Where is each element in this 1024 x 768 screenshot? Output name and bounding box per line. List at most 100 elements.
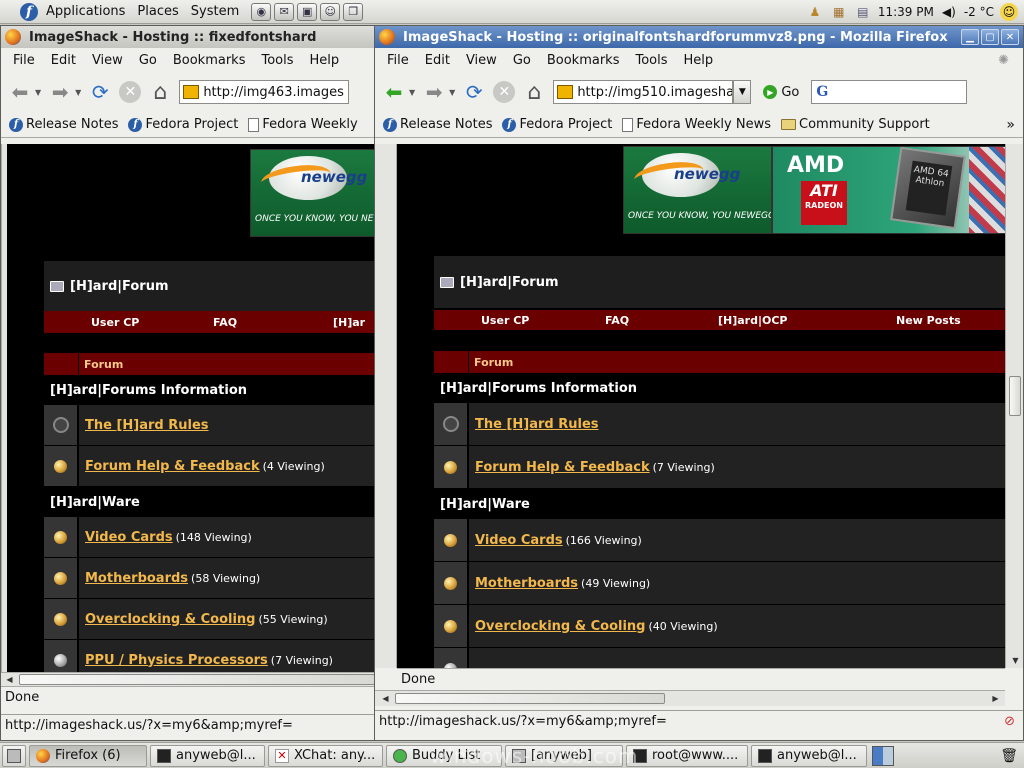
go-button[interactable]: ▶ Go [757, 85, 805, 100]
menu-view[interactable]: View [458, 53, 505, 68]
nav-hardocp[interactable]: [H]ar [333, 316, 365, 329]
update-notifier-icon[interactable]: ♟ [806, 3, 824, 21]
bookmark-release-notes[interactable]: f Release Notes [9, 117, 118, 132]
window-list-launcher-icon[interactable]: ❐ [343, 2, 364, 21]
forum-row[interactable]: Overclocking & Cooling (40 Viewing) [434, 605, 1005, 648]
package-icon[interactable]: ▦ [830, 3, 848, 21]
more-bookmarks-chevron-icon[interactable]: » [1006, 117, 1023, 133]
home-icon[interactable]: ⌂ [147, 79, 173, 105]
forum-link[interactable]: PPU / Physics Processors [85, 653, 268, 668]
search-input[interactable]: G [811, 80, 968, 104]
task-buddy-list[interactable]: Buddy List [386, 744, 502, 767]
forum-link[interactable]: Video Cards [475, 533, 563, 548]
forum-row[interactable]: Forum Help & Feedback (7 Viewing) [434, 446, 1005, 489]
newegg-banner[interactable]: newegg ONCE YOU KNOW, YOU NEWEGG. [623, 146, 772, 234]
window-titlebar-left[interactable]: ImageShack - Hosting :: fixedfontshard [1, 26, 375, 48]
menu-file[interactable]: File [379, 53, 417, 68]
weather-temperature[interactable]: -2 °C [964, 3, 994, 21]
stop-icon[interactable]: ✕ [493, 81, 516, 103]
forward-icon[interactable]: ➡ [421, 79, 447, 105]
vertical-scroll-thumb[interactable] [1009, 376, 1021, 416]
volume-icon[interactable]: ◀) [940, 3, 958, 21]
newegg-banner[interactable]: newegg ONCE YOU KNOW, YOU NEWEG [250, 149, 375, 237]
fedora-logo-icon[interactable]: f [20, 2, 38, 21]
close-button[interactable]: ✕ [1001, 29, 1019, 45]
forum-link[interactable]: Motherboards [85, 571, 188, 586]
nav-faq[interactable]: FAQ [605, 314, 629, 327]
forum-link[interactable]: Forum Help & Feedback [475, 460, 650, 475]
forward-icon[interactable]: ➡ [47, 79, 73, 105]
reload-icon[interactable]: ⟳ [461, 79, 487, 105]
menu-tools[interactable]: Tools [627, 53, 675, 68]
network-icon[interactable]: ▤ [854, 3, 872, 21]
minimize-button[interactable]: ▁ [961, 29, 979, 45]
nav-new-posts[interactable]: New Posts [896, 314, 961, 327]
task-terminal-2[interactable]: anyweb@l... [751, 744, 867, 767]
horizontal-scroll-thumb[interactable] [395, 693, 665, 704]
bookmark-community-support[interactable]: Community Support [781, 117, 930, 132]
terminal-launcher-icon[interactable]: ▣ [297, 2, 318, 21]
horizontal-scrollbar-right[interactable]: ◀ ▶ [375, 690, 1005, 706]
places-menu[interactable]: Places [133, 4, 186, 19]
nav-user-cp[interactable]: User CP [481, 314, 529, 327]
nav-faq[interactable]: FAQ [213, 316, 237, 329]
forum-row[interactable]: PPU / Physics Processors (7 Viewing) [44, 640, 375, 672]
bookmark-release-notes[interactable]: f Release Notes [383, 117, 492, 132]
vertical-scrollbar-right[interactable]: ▼ [1005, 144, 1023, 668]
smiley-icon[interactable]: ☺ [1000, 3, 1018, 21]
task-firefox[interactable]: Firefox (6) [29, 744, 147, 767]
menu-edit[interactable]: Edit [43, 53, 84, 68]
scroll-left-arrow-icon[interactable]: ◀ [3, 673, 16, 686]
google-search-icon[interactable]: G [816, 84, 828, 100]
workspace-switcher[interactable] [872, 745, 894, 766]
back-icon[interactable]: ⬅ [381, 79, 407, 105]
scroll-down-arrow-icon[interactable]: ▼ [1009, 654, 1022, 667]
firefox-window-right[interactable]: ImageShack - Hosting :: originalfontshar… [374, 25, 1024, 741]
url-input-right[interactable]: http://img510.imageshac [553, 80, 734, 104]
menu-edit[interactable]: Edit [417, 53, 458, 68]
menu-help[interactable]: Help [302, 53, 348, 68]
nav-hardocp[interactable]: [H]ard|OCP [718, 314, 788, 327]
forum-link[interactable]: Motherboards [475, 576, 578, 591]
trash-icon[interactable]: 🗑 [1000, 748, 1018, 764]
back-icon[interactable]: ⬅ [7, 79, 33, 105]
url-input-left[interactable]: http://img463.images [179, 80, 350, 104]
horizontal-scrollbar-left[interactable]: ◀ [1, 672, 375, 686]
firefox-window-left[interactable]: ImageShack - Hosting :: fixedfontshard F… [0, 25, 376, 741]
security-status-icon[interactable]: ⊘ [1004, 714, 1015, 729]
web-browser-launcher-icon[interactable]: ◉ [251, 2, 272, 21]
scroll-left-arrow-icon[interactable]: ◀ [379, 692, 392, 705]
url-history-dropdown-icon[interactable]: ▼ [733, 80, 752, 104]
forum-row[interactable]: Video Cards (166 Viewing) [434, 519, 1005, 562]
menu-bookmarks[interactable]: Bookmarks [539, 53, 628, 68]
bookmark-fedora-weekly-news[interactable]: Fedora Weekly News [622, 117, 771, 132]
menu-file[interactable]: File [5, 53, 43, 68]
task-terminal-1[interactable]: anyweb@l... [150, 744, 265, 767]
bookmark-fedora-weekly-news[interactable]: Fedora Weekly [248, 117, 358, 132]
forum-link[interactable]: Overclocking & Cooling [475, 619, 645, 634]
back-history-chevron-icon[interactable]: ▼ [35, 88, 41, 97]
menu-help[interactable]: Help [676, 53, 722, 68]
clock[interactable]: 11:39 PM [878, 3, 934, 21]
system-menu[interactable]: System [187, 4, 247, 19]
amd-ati-banner[interactable]: AMD ATI RADEON AMD 64 Athlon [772, 146, 1005, 234]
window-titlebar-right[interactable]: ImageShack - Hosting :: originalfontshar… [375, 26, 1023, 48]
chat-launcher-icon[interactable]: ☺ [320, 2, 341, 21]
forum-row[interactable]: The [H]ard Rules [434, 403, 1005, 446]
forum-row[interactable]: The [H]ard Rules [44, 405, 375, 446]
maximize-button[interactable]: ▢ [981, 29, 999, 45]
forum-link[interactable]: Forum Help & Feedback [85, 459, 260, 474]
bookmark-fedora-project[interactable]: f Fedora Project [128, 117, 238, 132]
page-content-left[interactable]: newegg ONCE YOU KNOW, YOU NEWEG [H]ard|F… [7, 144, 375, 672]
forward-history-chevron-icon[interactable]: ▼ [75, 88, 81, 97]
forum-row[interactable]: Motherboards (58 Viewing) [44, 558, 375, 599]
forum-row[interactable]: Forum Help & Feedback (4 Viewing) [44, 446, 375, 487]
menu-bookmarks[interactable]: Bookmarks [165, 53, 254, 68]
show-desktop-button[interactable] [2, 744, 26, 767]
forum-row[interactable]: Video Cards (148 Viewing) [44, 517, 375, 558]
applications-menu[interactable]: Applications [42, 4, 133, 19]
task-xchat[interactable]: ✕ XChat: any... [268, 744, 383, 767]
page-content-right[interactable]: newegg ONCE YOU KNOW, YOU NEWEGG. AMD AT… [397, 144, 1005, 668]
email-launcher-icon[interactable]: ✉ [274, 2, 295, 21]
forward-history-chevron-icon[interactable]: ▼ [449, 88, 455, 97]
